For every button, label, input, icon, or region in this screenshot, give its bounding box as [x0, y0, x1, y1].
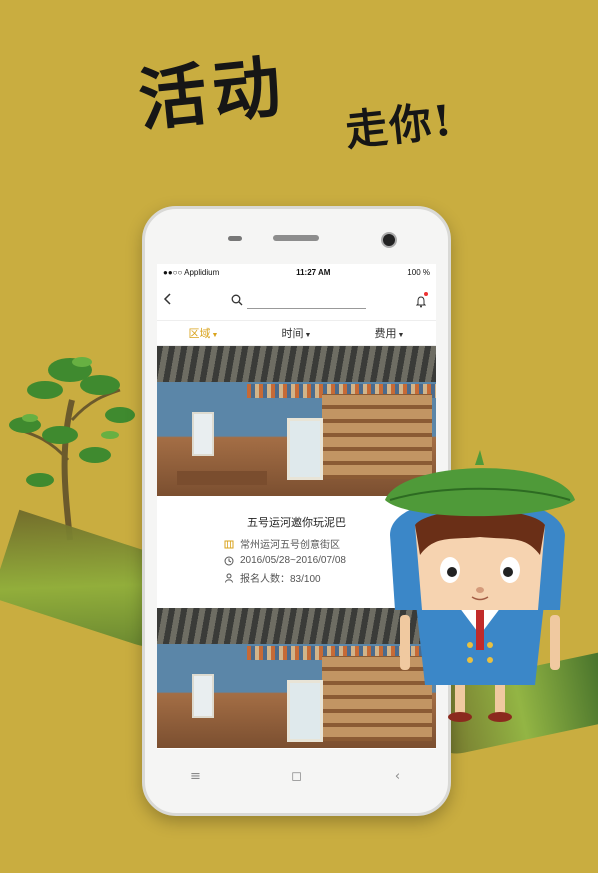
- back-icon[interactable]: ‹: [388, 769, 408, 784]
- search-icon[interactable]: [231, 291, 243, 310]
- banner-subtitle: 走你!: [343, 95, 457, 156]
- event-signup: 报名人数：83/100: [240, 574, 321, 585]
- carrier-label: ●●○○ Applidium: [163, 267, 220, 277]
- filter-bar: 区域▼ 时间▼ 费用▼: [157, 321, 436, 346]
- room-door: [287, 680, 323, 742]
- bell-icon[interactable]: [415, 292, 428, 308]
- chevron-down-icon: ▼: [211, 332, 219, 339]
- search-bar: [231, 291, 366, 310]
- room-table: [177, 471, 267, 485]
- room-window: [192, 674, 214, 718]
- home-icon[interactable]: ◻: [287, 769, 307, 784]
- phone-speaker: [273, 235, 319, 241]
- room-window: [192, 412, 214, 456]
- filter-region-label: 区域: [188, 328, 211, 340]
- map-icon: [224, 539, 234, 549]
- phone-nav-keys: ≡ ◻ ‹: [145, 769, 448, 784]
- event-location: 常州运河五号创意街区: [240, 540, 340, 551]
- banner-title: 活动: [134, 46, 291, 142]
- clock-icon: [224, 556, 234, 566]
- filter-region[interactable]: 区域▼: [189, 325, 219, 341]
- top-bar: [157, 280, 436, 321]
- search-input[interactable]: [247, 291, 366, 309]
- back-arrow-icon[interactable]: [163, 291, 181, 309]
- filter-cost[interactable]: 费用▼: [375, 325, 405, 341]
- notification-dot: [424, 292, 428, 296]
- phone-camera: [381, 232, 397, 248]
- room-roof: [157, 346, 436, 382]
- clock-label: 11:27 AM: [296, 267, 331, 277]
- room-door: [287, 418, 323, 480]
- battery-label: 100 %: [407, 267, 430, 277]
- filter-cost-label: 费用: [374, 328, 397, 340]
- mascot-illustration: [385, 450, 575, 722]
- filter-time-label: 时间: [281, 328, 304, 340]
- chevron-down-icon: ▼: [304, 332, 312, 339]
- event-date: 2016/05/28~2016/07/08: [240, 555, 346, 566]
- chevron-down-icon: ▼: [397, 332, 405, 339]
- person-icon: [224, 573, 234, 583]
- phone-sensor: [228, 236, 242, 241]
- status-bar: ●●○○ Applidium 11:27 AM 100 %: [157, 264, 436, 280]
- filter-time[interactable]: 时间▼: [282, 325, 312, 341]
- menu-icon[interactable]: ≡: [186, 769, 206, 784]
